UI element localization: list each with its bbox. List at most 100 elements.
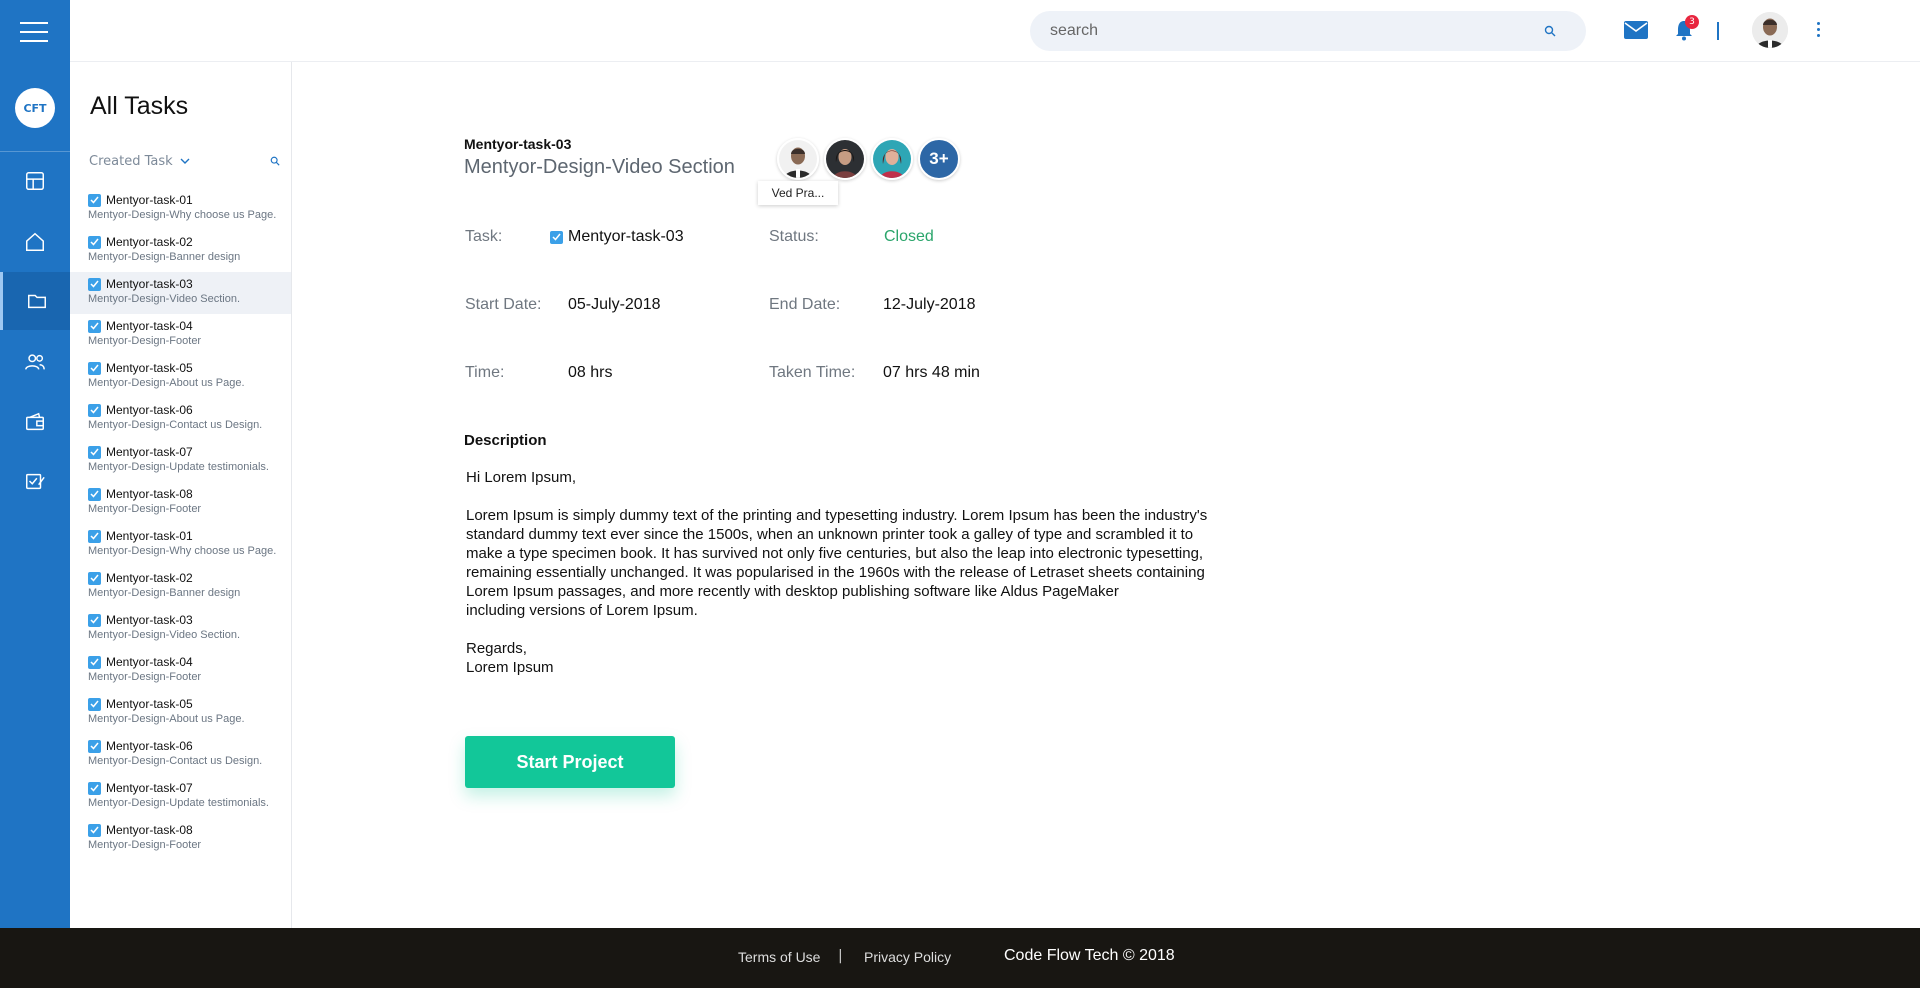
dashboard-icon [26,172,44,190]
checkbox-checked-icon[interactable] [550,230,563,244]
checkbox-checked-icon[interactable] [88,361,101,375]
company-logo[interactable]: CFT [15,88,55,128]
checkbox-checked-icon[interactable] [88,277,101,291]
description-paragraph: Lorem Ipsum is simply dummy text of the … [466,506,1256,620]
checkbox-checked-icon[interactable] [88,655,101,669]
task-id: Mentyor-task-03 [464,136,572,152]
more-vertical-icon[interactable] [1817,22,1821,38]
nav-home[interactable] [0,213,70,271]
task-list-item[interactable]: Mentyor-task-05 Mentyor-Design-About us P… [70,356,291,398]
checkbox-checked-icon[interactable] [88,487,101,501]
task-desc: Mentyor-Design-Video Section. [88,629,241,641]
description-line: Lorem Ipsum passages, and more recently … [466,583,1119,600]
checkbox-checked-icon[interactable] [88,697,101,711]
task-desc: Mentyor-Design-Banner design [88,251,241,263]
privacy-link[interactable]: Privacy Policy [864,949,951,965]
wallet-icon [26,412,44,431]
checkbox-checked-icon[interactable] [88,613,101,627]
description-line: Lorem Ipsum is simply dummy text of the … [466,507,1208,524]
task-list-item[interactable]: Mentyor-task-02 Mentyor-Design-Banner des… [70,566,291,608]
task-list-item[interactable]: Mentyor-task-04 Mentyor-Design-Footer [70,650,291,692]
checkbox-checked-icon[interactable] [88,403,101,417]
task-list-item[interactable]: Mentyor-task-08 Mentyor-Design-Footer [70,482,291,524]
task-desc: Mentyor-Design-About us Page. [88,713,245,725]
task-desc: Mentyor-Design-Footer [88,503,202,515]
nav-tasks[interactable] [0,452,70,510]
terms-link[interactable]: Terms of Use [738,949,820,965]
checkbox-checked-icon[interactable] [88,739,101,753]
nav-users[interactable] [0,333,70,391]
user-avatar[interactable] [1752,12,1788,48]
start-date-label: Start Date: [465,296,542,313]
member-avatar[interactable] [871,138,913,180]
created-task-filter[interactable]: Created Task [89,154,190,169]
description-line: including versions of Lorem Ipsum. [466,602,698,619]
task-list-item[interactable]: Mentyor-task-05 Mentyor-Design-About us P… [70,692,291,734]
checkbox-checked-icon[interactable] [88,529,101,543]
task-list-item[interactable]: Mentyor-task-01 Mentyor-Design-Why choose… [70,524,291,566]
end-date-label: End Date: [769,296,841,313]
task-item-title: Mentyor-task-05 [88,359,291,377]
task-list-item[interactable]: Mentyor-task-06 Mentyor-Design-Contact us… [70,734,291,776]
checkbox-checked-icon[interactable] [88,781,101,795]
checkbox-checked-icon[interactable] [88,445,101,459]
task-desc: Mentyor-Design-Why choose us Page. [88,545,277,557]
task-list-item[interactable]: Mentyor-task-03 Mentyor-Design-Video Sect… [70,608,291,650]
task-list-item[interactable]: Mentyor-task-07 Mentyor-Design-Update tes… [70,776,291,818]
side-nav-rail: CFT [0,0,70,928]
task-list-item[interactable]: Mentyor-task-07 Mentyor-Design-Update tes… [70,440,291,482]
task-desc: Mentyor-Design-Footer [88,671,202,683]
task-label: Task: [465,228,503,245]
mail-icon[interactable] [1624,21,1648,39]
task-item-title: Mentyor-task-02 [88,569,291,587]
tasks-icon [26,473,45,490]
users-icon [25,354,45,370]
task-list-item[interactable]: Mentyor-task-06 Mentyor-Design-Contact us… [70,398,291,440]
task-desc: Mentyor-Design-Banner design [88,587,241,599]
checkbox-checked-icon[interactable] [88,571,101,585]
search-box [1030,11,1586,51]
search-input[interactable] [1050,20,1530,42]
checkbox-checked-icon[interactable] [88,823,101,837]
task-name: Mentyor-task-08 [106,487,193,501]
footer: Terms of Use | Privacy Policy Code Flow … [0,928,1920,988]
more-members-button[interactable]: 3+ [918,138,960,180]
status-label: Status: [769,228,819,245]
member-avatar[interactable] [824,138,866,180]
task-detail: Mentyor-task-03 Mentyor-Design-Video Sec… [302,62,1920,928]
taken-time-value: 07 hrs 48 min [883,364,980,381]
task-name: Mentyor-task-01 [106,193,193,207]
task-list-item[interactable]: Mentyor-task-03 Mentyor-Design-Video Sect… [70,272,291,314]
task-item-title: Mentyor-task-04 [88,653,291,671]
taken-time-label: Taken Time: [769,364,856,381]
nav-wallet[interactable] [0,393,70,451]
copyright: Code Flow Tech © 2018 [1004,947,1175,964]
search-icon[interactable] [1544,25,1556,37]
task-list-item[interactable]: Mentyor-task-01 Mentyor-Design-Why choose… [70,188,291,230]
task-list-item[interactable]: Mentyor-task-02 Mentyor-Design-Banner des… [70,230,291,272]
start-project-button[interactable]: Start Project [465,736,675,788]
folder-icon [27,294,46,309]
nav-dashboard[interactable] [0,152,70,210]
description-heading: Description [464,432,547,449]
menu-icon[interactable] [20,22,48,42]
checkbox-checked-icon[interactable] [88,193,101,207]
checkbox-checked-icon[interactable] [88,235,101,249]
task-desc: Mentyor-Design-Contact us Design. [88,419,263,431]
task-desc: Mentyor-Design-Video Section. [88,293,241,305]
header-divider [1717,22,1719,40]
checkbox-checked-icon[interactable] [88,319,101,333]
description-line: remaining essentially unchanged. It was … [466,564,1205,581]
search-icon[interactable] [270,156,280,166]
task-list-item[interactable]: Mentyor-task-08 Mentyor-Design-Footer [70,818,291,860]
task-name: Mentyor-task-04 [106,319,193,333]
task-item-title: Mentyor-task-03 [88,611,291,629]
task-name: Mentyor-task-02 [106,235,193,249]
notifications-button[interactable]: 3 [1673,15,1699,45]
member-avatar[interactable] [777,138,819,180]
task-name: Mentyor-task-03 [106,277,193,291]
task-list-item[interactable]: Mentyor-task-04 Mentyor-Design-Footer [70,314,291,356]
end-date-value: 12-July-2018 [883,296,976,313]
task-item-title: Mentyor-task-01 [88,191,291,209]
nav-folder[interactable] [0,272,70,330]
